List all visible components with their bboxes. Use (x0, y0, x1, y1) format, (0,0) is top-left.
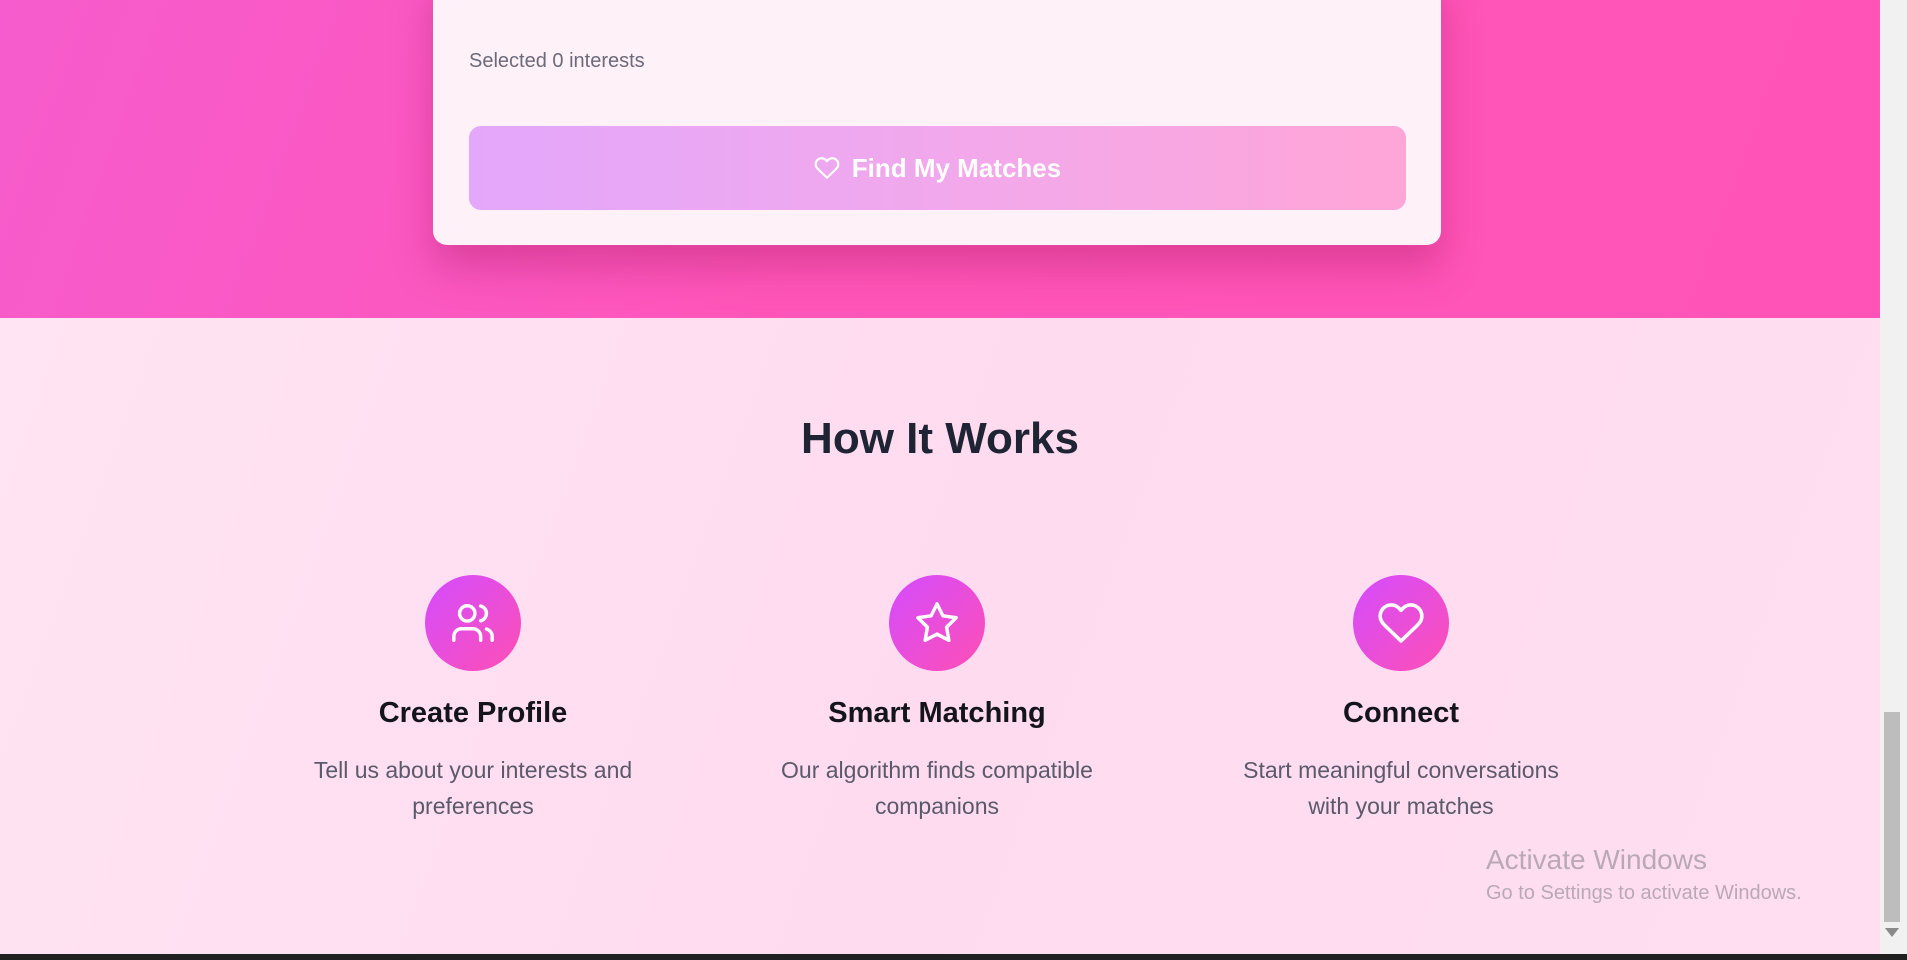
window-bottom-edge (0, 954, 1907, 960)
watermark-subtitle: Go to Settings to activate Windows. (1486, 882, 1802, 904)
star-icon (889, 575, 985, 671)
page-viewport: Selected 0 interests Find My Matches How… (0, 0, 1880, 954)
section-title: How It Works (801, 414, 1079, 463)
step-description: Start meaningful conversations with your… (1243, 757, 1559, 819)
step-create-profile: Create Profile Tell us about your intere… (273, 575, 673, 824)
step-description: Tell us about your interests and prefere… (313, 757, 633, 819)
step-connect: Connect Start meaningful conversations w… (1201, 575, 1601, 824)
find-my-matches-button[interactable]: Find My Matches (469, 126, 1406, 210)
heart-outline-icon (814, 155, 840, 181)
step-smart-matching: Smart Matching Our algorithm finds compa… (737, 575, 1137, 824)
step-title: Smart Matching (828, 697, 1046, 729)
find-my-matches-label: Find My Matches (851, 152, 1062, 183)
interest-form-card: Selected 0 interests Find My Matches (433, 0, 1441, 245)
heart-icon (1353, 575, 1449, 671)
scroll-down-arrow-icon[interactable] (1885, 928, 1899, 937)
step-description: Our algorithm finds compatible companion… (781, 757, 1093, 819)
vertical-scrollbar[interactable] (1880, 0, 1907, 954)
windows-activation-watermark: Activate Windows Go to Settings to activ… (1486, 842, 1802, 908)
users-icon (425, 575, 521, 671)
step-title: Create Profile (378, 697, 568, 729)
selected-interests-count: Selected 0 interests (469, 50, 645, 72)
scrollbar-thumb[interactable] (1884, 712, 1900, 922)
step-title: Connect (1343, 697, 1459, 729)
hero-section: Selected 0 interests Find My Matches (0, 0, 1880, 318)
watermark-title: Activate Windows (1486, 844, 1707, 875)
